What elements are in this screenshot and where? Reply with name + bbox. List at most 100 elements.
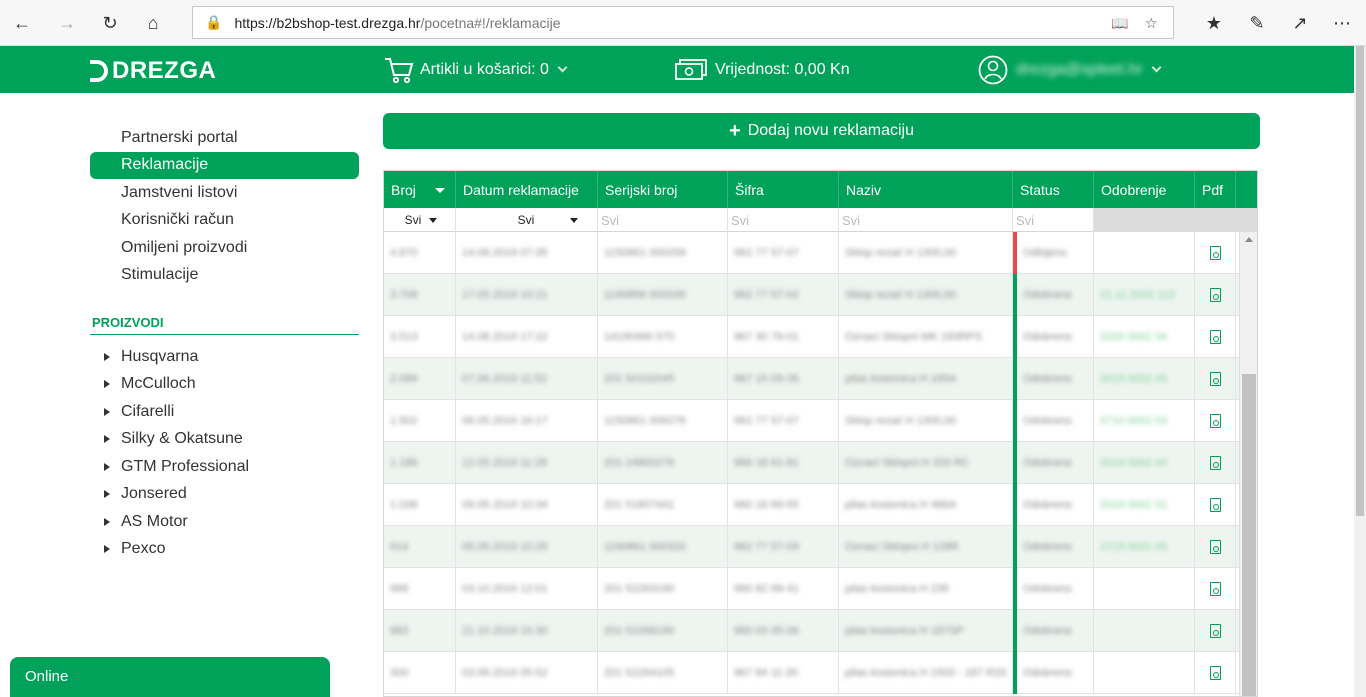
filter-naziv-input[interactable]: Svi [839,208,1013,232]
product-category-item[interactable]: Jonsered [90,481,359,509]
sidebar-link-5[interactable]: Stimulacije [90,262,359,290]
cell-datum: 05.05.2019 10:29 [456,526,598,568]
cell-odobrenje: 1719 0001 05 [1094,526,1195,568]
table-row[interactable]: 3.513 14.08.2019 17:22 14190490 570 967 30 … [384,316,1240,358]
cell-sifra-value: 960 82 99-41 [734,583,799,595]
cell-datum-value: 03.10.2019 12:01 [462,583,548,595]
filter-serijski-input[interactable]: Svi [598,208,728,232]
pdf-icon[interactable] [1209,414,1221,428]
col-naziv[interactable]: Naziv [839,171,1013,208]
filter-datum-select[interactable]: Svi [456,208,598,232]
product-category-item[interactable]: Cifarelli [90,398,359,426]
table-row[interactable]: 3.708 17.05.2019 10:21 1190856 000035 962 7… [384,274,1240,316]
col-datum[interactable]: Datum reklamacije [456,171,598,208]
sidebar-link-0[interactable]: Partnerski portal [90,124,359,152]
table-scrollbar[interactable] [1239,232,1257,696]
table-row[interactable]: 914 05.05.2019 10:29 1190861 000320 962 77 … [384,526,1240,568]
plus-icon: + [729,119,741,142]
cell-broj-value: 4.870 [390,247,418,259]
pdf-icon[interactable] [1209,540,1221,554]
cell-broj: 300 [384,652,456,694]
cell-naziv: Oznaci Sklopni MK 183RPS [839,316,1013,358]
product-category-label: Husqvarna [121,347,199,365]
cell-naziv-value: pilas kosionica H 486A [845,499,957,511]
forward-icon[interactable]: → [55,11,79,35]
pdf-icon[interactable] [1209,624,1221,638]
share-icon[interactable]: ↗ [1288,11,1312,35]
cell-sifra-value: 960 03 35-06 [734,625,799,637]
product-category-item[interactable]: Silky & Okatsune [90,426,359,454]
cell-odobrenje [1094,232,1195,274]
cell-odobrenje-value: 2020 0002 34 [1100,331,1168,343]
chevron-down-icon [557,62,568,73]
more-icon[interactable]: ⋯ [1330,11,1354,35]
pdf-icon[interactable] [1209,498,1221,512]
filter-broj-select[interactable]: Svi [384,208,456,232]
cell-naziv: pilas kosionica H 165A [839,358,1013,400]
pdf-icon[interactable] [1209,666,1221,680]
cell-serijski: 201 50102045 [598,358,728,400]
product-category-item[interactable]: McCulloch [90,371,359,399]
cart-value: Vrijednost: 0,00 Kn [675,46,850,93]
product-category-label: McCulloch [121,375,196,393]
cell-odobrenje: 2019 0002 26 [1094,358,1195,400]
table-row[interactable]: 300 03.09.2019 05:52 201 52264105 967 84 11… [384,652,1240,694]
sidebar-link-1[interactable]: Reklamacije [90,151,359,179]
refresh-icon[interactable]: ↻ [98,11,122,35]
product-category-label: AS Motor [121,512,188,530]
cell-datum-value: 07.06.2019 11:52 [462,373,547,385]
filter-status-input[interactable]: Svi [1013,208,1094,232]
user-icon [978,55,1008,84]
table-row[interactable]: 4.870 14.08.2019 07:35 1150861 000259 962 7… [384,232,1240,274]
cell-naziv: Sklop rezač H 1300,00 [839,232,1013,274]
cell-status-value: Odobreno [1023,499,1072,511]
cart-value-label: Vrijednost: 0,00 Kn [715,60,850,78]
col-odobrenje[interactable]: Odobrenje [1094,171,1195,208]
add-complaint-button[interactable]: + Dodaj novu reklamaciju [383,113,1260,149]
col-status[interactable]: Status [1013,171,1094,208]
logo[interactable]: DREZGA [90,57,216,85]
favorites-icon[interactable]: ★ [1202,11,1226,35]
scroll-up-icon[interactable] [1245,237,1253,242]
sidebar-link-2[interactable]: Jamstveni listovi [90,179,359,207]
page-scrollbar[interactable] [1354,46,1366,697]
sidebar-link-3[interactable]: Korisnički račun [90,207,359,235]
cell-naziv: pilas kosionica H 235 [839,568,1013,610]
home-icon[interactable]: ⌂ [141,11,165,35]
col-serijski-label: Serijski broj [605,181,678,198]
reading-view-icon[interactable]: 📖 [1111,7,1128,40]
table-row[interactable]: 2.089 07.06.2019 11:52 201 50102045 967 15 … [384,358,1240,400]
address-bar[interactable]: 🔒 https://b2bshop-test.drezga.hr/pocetna… [192,6,1174,39]
cell-odobrenje-value: 1719 0001 05 [1100,541,1168,553]
notes-icon[interactable]: ✎ [1245,11,1269,35]
table-row[interactable]: 998 03.10.2019 12:01 201 52263190 960 82 99… [384,568,1240,610]
col-serijski[interactable]: Serijski broj [598,171,728,208]
pdf-icon[interactable] [1209,288,1221,302]
cell-naziv-value: Sklop rezač H 1300,00 [845,415,957,427]
col-broj[interactable]: Broj [384,171,456,208]
table-row[interactable]: 1.186 12.05.2019 11:28 201 24800276 966 18 … [384,442,1240,484]
pdf-icon[interactable] [1209,246,1221,260]
col-sifra[interactable]: Šifra [728,171,839,208]
pdf-icon[interactable] [1209,372,1221,386]
sidebar-link-4[interactable]: Omiljeni proizvodi [90,234,359,262]
cell-serijski: 201 52268190 [598,610,728,652]
pdf-icon[interactable] [1209,582,1221,596]
product-category-item[interactable]: GTM Professional [90,453,359,481]
pdf-icon[interactable] [1209,456,1221,470]
online-chat-button[interactable]: Online [10,657,330,697]
table-row[interactable]: 1.502 06.05.2019 16:17 1150861 006276 962 7… [384,400,1240,442]
back-icon[interactable]: ← [10,11,34,35]
cart-dropdown[interactable]: Artikli u košarici: 0 [384,46,568,93]
user-menu[interactable]: drezga@spleet.hr [978,46,1161,93]
table-row[interactable]: 1.038 09.05.2019 10:34 201 51807441 960 16 … [384,484,1240,526]
pdf-icon[interactable] [1209,330,1221,344]
filter-sifra-input[interactable]: Svi [728,208,839,232]
cell-datum: 03.10.2019 12:01 [456,568,598,610]
product-category-item[interactable]: Pexco [90,536,359,564]
product-category-item[interactable]: AS Motor [90,508,359,536]
product-category-item[interactable]: Husqvarna [90,343,359,371]
table-row[interactable]: 883 21.10.2019 15:30 201 52268190 960 03 35… [384,610,1240,652]
col-pdf[interactable]: Pdf [1195,171,1236,208]
favorite-star-icon[interactable]: ☆ [1145,7,1158,40]
